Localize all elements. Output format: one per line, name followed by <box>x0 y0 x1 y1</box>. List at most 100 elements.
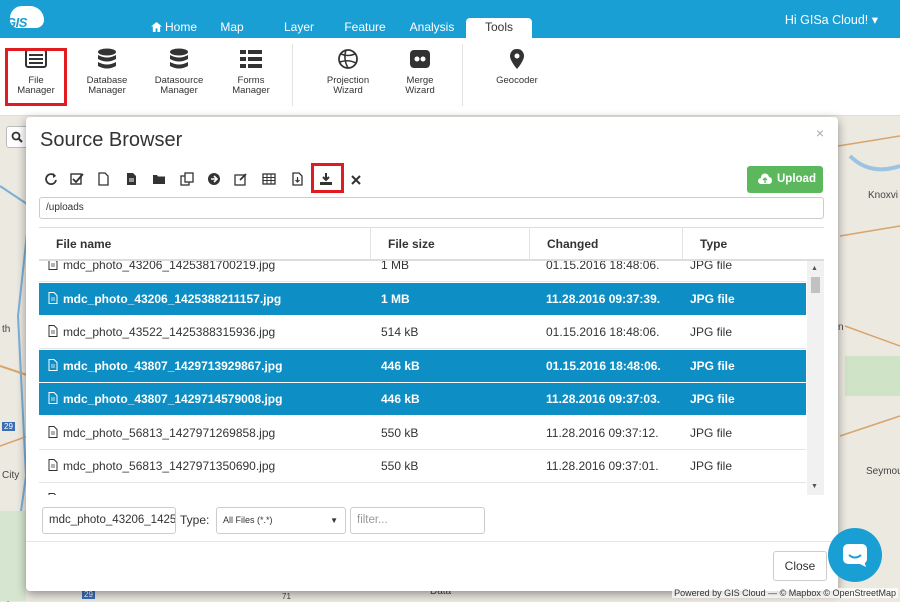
chat-widget-button[interactable] <box>828 528 882 582</box>
file-icon <box>48 425 58 438</box>
table-row[interactable]: mdc_photo_43206_1425388211157.jpg 1 MB 11.… <box>39 282 806 316</box>
cell-changed: 11.28.2016 09:37:12. <box>546 425 659 440</box>
tab-map[interactable]: Map <box>212 18 252 38</box>
cell-file-name: mdc_photo_43807_1429714579008.jpg <box>48 383 368 416</box>
folder-icon <box>153 175 165 184</box>
scroll-down-icon[interactable]: ▼ <box>811 483 818 490</box>
close-button[interactable]: Close <box>773 551 827 581</box>
table-scrollbar[interactable]: ▲ ▼ <box>807 261 824 495</box>
arrow-right-icon <box>208 173 220 185</box>
tab-tools[interactable]: Tools <box>466 18 532 38</box>
delete-button[interactable] <box>349 172 365 188</box>
filename-input[interactable]: mdc_photo_43206_1425388211157.jpg <box>42 507 176 534</box>
file-table: File name File size Changed Type mdc_pho… <box>39 227 824 495</box>
map-label: 71 <box>282 592 291 601</box>
map-search-button[interactable] <box>6 126 28 148</box>
cell-changed: 01.15.2016 18:48:06. <box>546 358 661 373</box>
scroll-up-icon[interactable]: ▲ <box>811 265 818 272</box>
tab-home[interactable]: Home <box>145 18 203 38</box>
copy-icon <box>180 172 194 186</box>
cell-file-size: 446 kB <box>381 392 420 406</box>
geocoder-button[interactable]: Geocoder <box>484 48 550 86</box>
database-manager-button[interactable]: Database Manager <box>74 48 140 96</box>
column-file-size[interactable]: File size <box>371 228 530 260</box>
cell-type: JPG file <box>690 484 790 496</box>
datasource-manager-button[interactable]: Datasource Manager <box>146 48 212 96</box>
map-marker-icon <box>510 49 524 69</box>
edit-icon <box>234 173 247 186</box>
cell-file-name: mdc_photo_43206_1425381700219.jpg <box>48 261 368 282</box>
rename-button[interactable] <box>234 172 250 188</box>
cell-changed: 11.28.2016 09:37:03. <box>546 392 661 406</box>
column-type[interactable]: Type <box>683 228 807 260</box>
map-label: 29 <box>2 422 15 431</box>
new-folder-button[interactable] <box>152 172 168 188</box>
new-file-icon <box>98 172 109 186</box>
table-row[interactable]: mdc_photo_43807_1429714579008.jpg 446 kB 1… <box>39 383 806 416</box>
table-icon <box>262 173 276 185</box>
chat-icon <box>843 544 867 567</box>
check-icon <box>70 173 84 185</box>
cell-type: JPG file <box>690 261 733 272</box>
copy-button[interactable] <box>180 172 196 188</box>
upload-button[interactable]: Upload <box>747 166 823 193</box>
cell-type: JPG file <box>690 358 735 373</box>
cell-file-size: 514 kB <box>381 325 419 339</box>
tab-analysis[interactable]: Analysis <box>406 18 458 38</box>
table-row[interactable]: mdc_photo_56813_1427971350690.jpg 550 kB 1… <box>39 450 806 483</box>
file-type-select[interactable]: All Files (*.*) ▼ <box>216 507 346 534</box>
map-label: Knoxvi <box>868 190 899 201</box>
file-manager-highlight <box>5 48 67 106</box>
table-row[interactable]: mdc_photo_43206_1425381700219.jpg 1 MB 01.… <box>39 261 806 282</box>
home-icon <box>151 22 162 32</box>
gis-cloud-logo[interactable]: GIS <box>4 4 44 32</box>
globe-icon <box>338 49 358 69</box>
file-icon <box>48 358 58 371</box>
ribbon-divider <box>462 44 463 106</box>
path-field[interactable]: /uploads <box>39 197 824 219</box>
cell-file-name: mdc_photo_43522_1425388315936.jpg <box>48 316 368 349</box>
cell-file-size: 550 kB <box>381 425 419 440</box>
cell-file-size: 1 MB <box>381 291 410 306</box>
dialog-close-x[interactable]: × <box>816 125 824 141</box>
top-navbar: GIS Home Map Layer Feature Analysis Tool… <box>0 0 900 38</box>
table-row[interactable]: mdc_photo_56813_1427971269858.jpg 550 kB 1… <box>39 416 806 450</box>
filter-input[interactable]: filter... <box>350 507 485 534</box>
table-view-button[interactable] <box>262 172 278 188</box>
cell-type: JPG file <box>690 392 735 406</box>
select-all-button[interactable] <box>70 172 86 188</box>
map-attribution[interactable]: Powered by GIS Cloud — © Mapbox © OpenSt… <box>672 588 898 598</box>
merge-wizard-button[interactable]: Merge Wizard <box>387 48 453 96</box>
new-file-button[interactable] <box>96 172 112 188</box>
cell-file-size: 45 kB <box>381 484 521 496</box>
file-icon <box>48 492 57 495</box>
cell-changed: 11.28.2016 09:37:01. <box>546 459 659 473</box>
column-changed[interactable]: Changed <box>530 228 683 260</box>
scroll-thumb[interactable] <box>811 277 820 293</box>
dialog-footer-divider <box>26 541 838 542</box>
move-button[interactable] <box>207 172 223 188</box>
column-file-name[interactable]: File name <box>39 228 371 260</box>
chevron-down-icon: ▼ <box>330 516 338 525</box>
tab-feature[interactable]: Feature <box>340 18 390 38</box>
file-icon <box>127 173 136 185</box>
cell-changed: 01.15.2016 18:48:06. <box>546 261 660 272</box>
open-file-button[interactable] <box>124 172 140 188</box>
type-label: Type: <box>180 513 210 527</box>
user-menu[interactable]: Hi GISa Cloud! ▾ <box>785 12 878 27</box>
projection-wizard-button[interactable]: Projection Wizard <box>315 48 381 96</box>
cell-type: JPG file <box>690 459 733 473</box>
source-browser-dialog: Source Browser × Upload /uploads File na… <box>26 117 838 591</box>
refresh-icon <box>45 173 57 185</box>
datasource-icon <box>170 48 188 69</box>
table-row[interactable]: mdc_photo_57005_1425557055601.jpg 45 kB 11… <box>39 483 806 496</box>
refresh-button[interactable] <box>44 172 60 188</box>
table-row[interactable]: mdc_photo_43522_1425388315936.jpg 514 kB 0… <box>39 316 806 349</box>
export-button[interactable] <box>290 172 306 188</box>
merge-icon <box>410 50 430 68</box>
file-icon <box>48 291 58 304</box>
table-row[interactable]: mdc_photo_43807_1429713929867.jpg 446 kB 0… <box>39 349 806 383</box>
cell-changed: 11.28.2016 09:37:01. <box>546 484 686 496</box>
forms-manager-button[interactable]: Forms Manager <box>218 48 284 96</box>
tab-layer[interactable]: Layer <box>278 18 320 38</box>
